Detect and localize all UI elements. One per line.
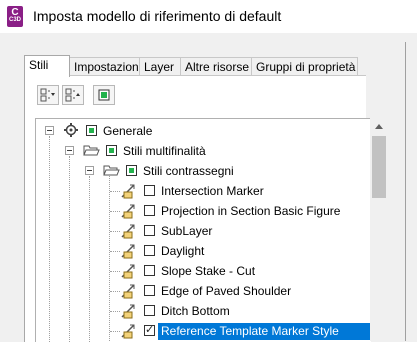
tree-guide-line <box>110 211 120 212</box>
tab-layer[interactable]: Layer <box>139 57 184 76</box>
item-checkbox[interactable] <box>144 245 155 256</box>
scroll-thumb[interactable] <box>372 136 386 198</box>
tree-item-label: Daylight <box>161 244 205 258</box>
select-all-icon <box>98 89 110 101</box>
tab-gruppi-di-proprieta[interactable]: Gruppi di proprietà <box>251 57 358 76</box>
stili-contrassegni-checkbox[interactable] <box>126 165 137 176</box>
marker-style-icon <box>121 284 135 299</box>
marker-style-icon <box>121 224 135 239</box>
tab-stili[interactable]: Stili <box>24 55 70 77</box>
tree-item-label: Intersection Marker <box>161 184 264 198</box>
collapse-toggle[interactable] <box>85 166 94 175</box>
item-checkbox[interactable] <box>144 205 155 216</box>
folder-open-icon <box>83 145 100 156</box>
tree-node-generale[interactable]: Generale <box>36 121 366 141</box>
generale-checkbox[interactable] <box>86 125 97 136</box>
marker-style-icon <box>121 324 135 339</box>
stili-multifinalita-checkbox[interactable] <box>106 145 117 156</box>
tree-item-label: Edge of Paved Shoulder <box>161 284 292 298</box>
folder-open-icon <box>103 165 120 176</box>
tree-guide-line <box>110 311 120 312</box>
tree-item[interactable]: Intersection Marker <box>36 181 366 201</box>
tree-guide-line <box>110 191 120 192</box>
marker-style-icon <box>121 304 135 319</box>
marker-style-icon <box>121 204 135 219</box>
tree-guide-line <box>110 271 120 272</box>
collapse-up-icon <box>65 88 80 102</box>
tree-item-label: Slope Stake - Cut <box>161 264 256 278</box>
tree-node-label: Stili multifinalità <box>123 144 206 158</box>
tree-item-selected[interactable]: Reference Template Marker Style <box>36 321 371 341</box>
marker-style-icon <box>121 244 135 259</box>
tree-item-label: Reference Template Marker Style <box>158 323 371 340</box>
collapse-all-button[interactable] <box>62 85 84 105</box>
item-checkbox-checked[interactable] <box>144 323 155 336</box>
tree-item[interactable]: Edge of Paved Shoulder <box>36 281 366 301</box>
tree-guide-line <box>110 251 120 252</box>
item-checkbox[interactable] <box>144 285 155 296</box>
tree-node-stili-contrassegni[interactable]: Stili contrassegni <box>36 161 366 181</box>
tree-item-label: Projection in Section Basic Figure <box>161 204 341 218</box>
collapse-toggle[interactable] <box>65 146 74 155</box>
window-title: Imposta modello di riferimento di defaul… <box>33 8 282 24</box>
select-all-button[interactable] <box>93 85 115 105</box>
gear-icon <box>64 123 78 137</box>
item-checkbox[interactable] <box>144 225 155 236</box>
title-bar: C C3D Imposta modello di riferimento di … <box>0 0 417 33</box>
tree-item-label: Ditch Bottom <box>161 304 230 318</box>
tab-impostazioni[interactable]: Impostazioni <box>69 57 146 76</box>
tree-item[interactable]: Daylight <box>36 241 366 261</box>
tree-guide-line <box>110 231 120 232</box>
marker-style-icon <box>121 184 135 199</box>
collapse-toggle[interactable] <box>45 126 54 135</box>
styles-tree[interactable]: Generale Stili multifinalità Stili contr… <box>35 118 371 342</box>
expand-down-icon <box>40 88 55 102</box>
tree-item[interactable]: Ditch Bottom <box>36 301 366 321</box>
civil3d-app-icon: C C3D <box>7 6 23 27</box>
tree-item-label: SubLayer <box>161 224 213 238</box>
scroll-up-arrow-icon[interactable] <box>370 118 388 134</box>
expand-all-button[interactable] <box>37 85 59 105</box>
dialog-border <box>405 42 406 341</box>
tree-guide-line <box>110 331 120 332</box>
tree-node-stili-multifinalita[interactable]: Stili multifinalità <box>36 141 366 161</box>
item-checkbox[interactable] <box>144 265 155 276</box>
item-checkbox[interactable] <box>144 305 155 316</box>
tree-node-label: Stili contrassegni <box>143 164 234 178</box>
tree-guide-line <box>110 291 120 292</box>
tree-item[interactable]: SubLayer <box>36 221 366 241</box>
item-checkbox[interactable] <box>144 185 155 196</box>
tree-item[interactable]: Slope Stake - Cut <box>36 261 366 281</box>
tree-vertical-scrollbar[interactable] <box>370 118 388 341</box>
marker-style-icon <box>121 264 135 279</box>
tree-node-label: Generale <box>103 124 153 138</box>
tree-item[interactable]: Projection in Section Basic Figure <box>36 201 366 221</box>
tab-altre-risorse[interactable]: Altre risorse <box>180 57 255 76</box>
